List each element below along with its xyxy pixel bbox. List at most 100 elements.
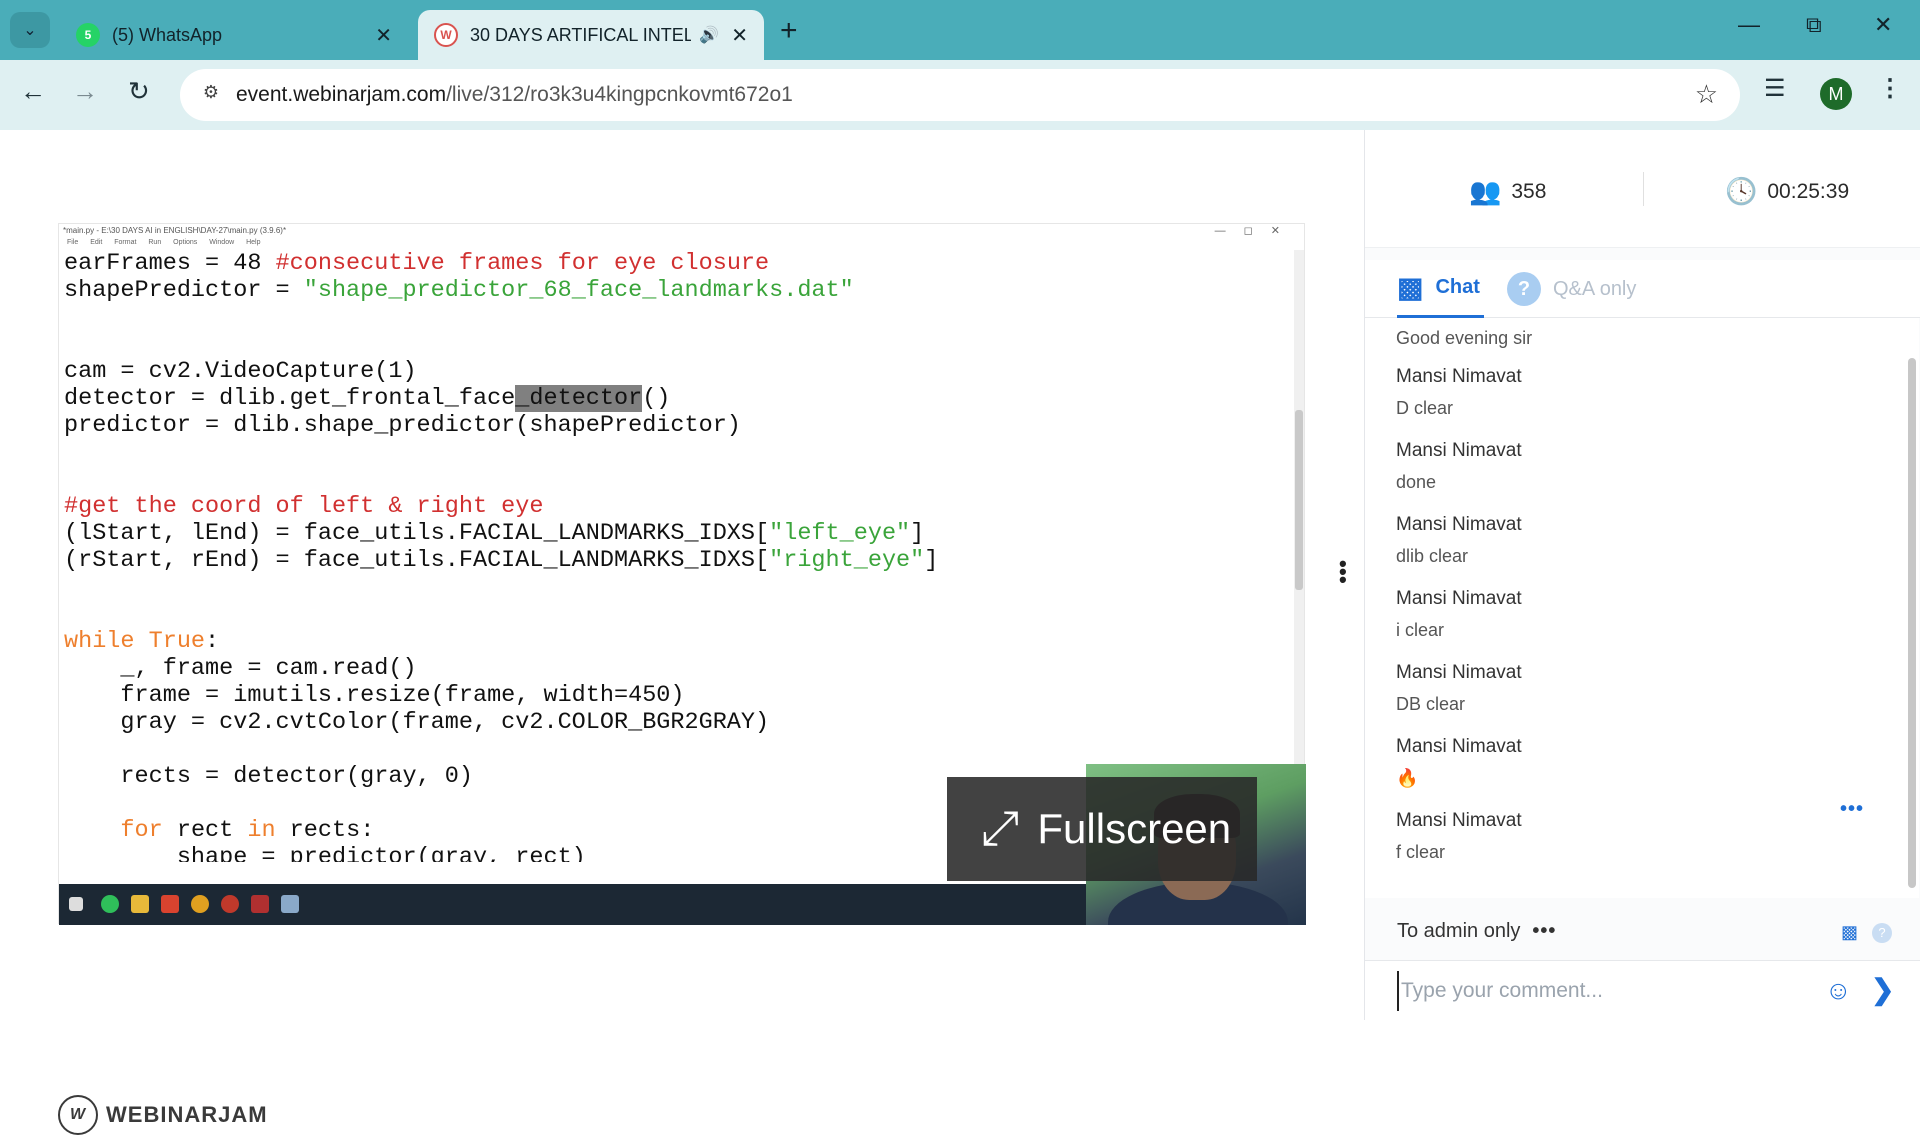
close-tab-icon[interactable]: ✕: [731, 23, 748, 48]
code-scroll-thumb: [1295, 410, 1303, 590]
whatsapp-taskbar-icon: [101, 895, 119, 913]
chat-message: Mansi Nimavat done: [1396, 440, 1522, 493]
close-tab-icon[interactable]: ✕: [375, 23, 392, 48]
elapsed-timer: 🕓 00:25:39: [1725, 176, 1849, 207]
minimize-icon[interactable]: —: [1738, 12, 1760, 38]
code-line: for rect in rects:: [120, 817, 375, 844]
question-mode-icon[interactable]: ?: [1872, 922, 1893, 943]
code-line: (rStart, rEnd) = face_utils.FACIAL_LANDM…: [64, 547, 939, 574]
idle-title-text: *main.py - E:\30 DAYS AI in ENGLISH\DAY-…: [63, 226, 287, 235]
webinarjam-icon: W: [434, 23, 458, 47]
people-icon: 👥: [1469, 176, 1502, 206]
code-line: gray = cv2.cvtColor(frame, cv2.COLOR_BGR…: [64, 709, 770, 736]
idle-menu-item: Edit: [90, 239, 103, 246]
comment-input[interactable]: [1397, 971, 1797, 1011]
code-line: shape = predictor(gray, rect): [64, 844, 586, 862]
bookmark-star-icon[interactable]: ☆: [1695, 79, 1718, 110]
address-bar[interactable]: ⚙ event.webinarjam.com/live/312/ro3k3u4k…: [180, 69, 1740, 121]
idle-menu-item: Help: [246, 239, 261, 246]
forward-icon[interactable]: →: [72, 76, 98, 107]
tab-qa-label: Q&A only: [1553, 277, 1637, 300]
folder-taskbar-icon: [131, 895, 149, 913]
code-line: while True:: [64, 628, 220, 655]
attendee-count: 👥 358: [1469, 176, 1546, 207]
idle-window-controls: —◻✕: [1214, 225, 1298, 237]
restore-icon[interactable]: ⧉: [1806, 12, 1822, 38]
code-line: predictor = dlib.shape_predictor(shapePr…: [64, 412, 741, 439]
to-admin-options-icon[interactable]: •••: [1532, 920, 1556, 943]
message-text: done: [1396, 472, 1437, 492]
tab-search-button[interactable]: ⌄: [10, 12, 50, 48]
comment-composer: ☺ ❯: [1365, 960, 1920, 1020]
chat-message-list[interactable]: Good evening sir Mansi Nimavat D clear M…: [1365, 318, 1905, 898]
message-text: DB clear: [1396, 694, 1466, 714]
code-line: earFrames = 48 #consecutive frames for e…: [64, 250, 770, 277]
code-line: frame = imutils.resize(frame, width=450): [64, 682, 685, 709]
message-text: dlib clear: [1396, 546, 1469, 566]
chat-scrollbar[interactable]: [1905, 318, 1919, 898]
clock-icon: 🕓: [1725, 176, 1758, 206]
stats-bar: 👥 358 🕓 00:25:39: [1365, 130, 1920, 248]
chrome-taskbar-icon: [191, 895, 209, 913]
side-panel: 👥 358 🕓 00:25:39 ▩ Chat ? Q&A only Good …: [1364, 130, 1920, 1020]
idle-menu-item: Window: [209, 239, 235, 246]
idle-menu-item: Run: [148, 239, 162, 246]
code-line: #get the coord of left & right eye: [64, 493, 544, 520]
tab-title: 30 DAYS ARTIFICAL INTELLIG: [470, 24, 692, 45]
chevron-down-icon: ⌄: [23, 22, 37, 39]
brand-name: WEBINARJAM: [106, 1102, 268, 1127]
send-icon[interactable]: ❯: [1871, 973, 1894, 1006]
url-text[interactable]: event.webinarjam.com/live/312/ro3k3u4kin…: [236, 83, 793, 107]
attendee-count-value: 358: [1511, 179, 1547, 203]
tab-chat[interactable]: ▩ Chat: [1397, 260, 1484, 318]
tab-whatsapp[interactable]: 5 (5) WhatsApp ✕: [60, 10, 408, 60]
tab-qa-only[interactable]: ? Q&A only: [1507, 260, 1636, 318]
message-text: 🔥: [1396, 768, 1419, 788]
media-control-icon[interactable]: ☰: [1764, 74, 1786, 103]
url-path: /live/312/ro3k3u4kingpcnkovmt672o1: [446, 83, 793, 106]
chat-scroll-thumb[interactable]: [1908, 358, 1916, 888]
fullscreen-label: Fullscreen: [1037, 805, 1232, 852]
message-more-options[interactable]: •••: [1840, 798, 1864, 821]
back-icon[interactable]: ←: [20, 76, 46, 107]
tab-webinar[interactable]: W 30 DAYS ARTIFICAL INTELLIG 🔊 ✕: [418, 10, 764, 60]
chat-message: Mansi Nimavat i clear: [1396, 588, 1522, 641]
app-taskbar-icon: [161, 895, 179, 913]
expand-icon: ⤢: [981, 802, 1020, 855]
message-author: Mansi Nimavat: [1396, 662, 1522, 683]
message-text: i clear: [1396, 620, 1445, 640]
emoji-icon[interactable]: ☺: [1825, 975, 1852, 1006]
profile-avatar[interactable]: M: [1820, 78, 1852, 110]
speaker-icon[interactable]: 🔊: [699, 25, 719, 45]
chat-tabs: ▩ Chat ? Q&A only: [1365, 260, 1920, 318]
chat-message: Mansi Nimavat DB clear: [1396, 662, 1522, 715]
more-options-icon[interactable]: • • •: [1339, 553, 1347, 591]
tab-title: (5) WhatsApp: [112, 24, 223, 45]
code-line: cam = cv2.VideoCapture(1): [64, 358, 417, 385]
message-author: Mansi Nimavat: [1396, 588, 1522, 609]
chat-message: Mansi Nimavat D clear: [1396, 366, 1522, 419]
site-info-icon[interactable]: ⚙: [198, 82, 224, 108]
fullscreen-button[interactable]: ⤢ Fullscreen: [947, 777, 1257, 881]
chat-message: Mansi Nimavat dlib clear: [1396, 514, 1522, 567]
screen-share-video[interactable]: *main.py - E:\30 DAYS AI in ENGLISH\DAY-…: [58, 223, 1306, 925]
new-tab-button[interactable]: +: [780, 14, 798, 48]
python-taskbar-icon: [281, 895, 299, 913]
close-window-icon[interactable]: ✕: [1874, 12, 1892, 38]
chat-mode-icon[interactable]: ▩: [1841, 922, 1858, 943]
presentation-area: *main.py - E:\30 DAYS AI in ENGLISH\DAY-…: [0, 130, 1364, 1135]
message-author: Mansi Nimavat: [1396, 514, 1522, 535]
app-taskbar-icon: [251, 895, 269, 913]
code-line: detector = dlib.get_frontal_face_detecto…: [64, 385, 671, 412]
stats-divider: [1643, 172, 1644, 206]
reload-icon[interactable]: ↻: [128, 76, 150, 107]
idle-menu-item: Options: [173, 239, 198, 246]
message-text: D clear: [1396, 398, 1454, 418]
whatsapp-icon: 5: [76, 23, 100, 47]
to-admin-toggle[interactable]: To admin only •••: [1397, 920, 1556, 943]
idle-menu-bar: File Edit Format Run Options Window Help: [59, 239, 1304, 249]
webinarjam-logo: W WEBINARJAM: [58, 1095, 268, 1135]
code-line: rects = detector(gray, 0): [64, 763, 473, 790]
browser-menu-icon[interactable]: ⋮: [1878, 74, 1902, 103]
message-author: Mansi Nimavat: [1396, 366, 1522, 387]
